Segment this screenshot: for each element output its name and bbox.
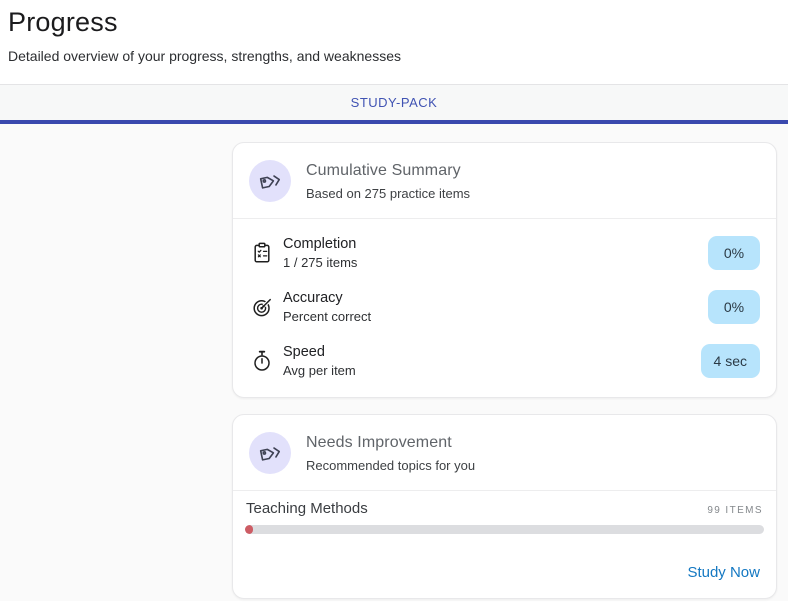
clipboard-checklist-icon: [249, 240, 275, 266]
topic-progress-bar: [245, 525, 764, 534]
metric-row-accuracy: Accuracy Percent correct 0%: [233, 280, 776, 334]
needs-improvement-card: Needs Improvement Recommended topics for…: [232, 414, 777, 599]
metric-label: Accuracy: [283, 291, 371, 306]
page-subtitle: Detailed overview of your progress, stre…: [8, 48, 780, 64]
metric-value-badge: 0%: [708, 236, 760, 270]
metric-label: Speed: [283, 345, 356, 360]
stopwatch-icon: [249, 348, 275, 374]
metric-sublabel: 1 / 275 items: [283, 256, 357, 269]
topic-section: Teaching Methods 99 ITEMS: [233, 491, 776, 542]
tags-icon: [257, 440, 283, 466]
metric-value-badge: 4 sec: [701, 344, 760, 378]
metric-texts: Completion 1 / 275 items: [283, 237, 357, 270]
metric-row-speed: Speed Avg per item 4 sec: [233, 334, 776, 388]
topic-items-count: 99 ITEMS: [707, 505, 763, 516]
improvement-card-header: Needs Improvement Recommended topics for…: [233, 415, 776, 491]
summary-card-subtitle: Based on 275 practice items: [306, 186, 470, 201]
topic-head: Teaching Methods 99 ITEMS: [245, 500, 764, 517]
improvement-card-subtitle: Recommended topics for you: [306, 458, 475, 473]
improvement-card-title: Needs Improvement: [306, 434, 475, 452]
topic-name: Teaching Methods: [246, 500, 368, 517]
metric-row-completion: Completion 1 / 275 items 0%: [233, 226, 776, 280]
avatar: [249, 160, 291, 202]
avatar: [249, 432, 291, 474]
page-title: Progress: [8, 7, 780, 38]
tab-study-pack[interactable]: STUDY-PACK: [327, 95, 462, 110]
card-actions: Study Now: [233, 542, 776, 598]
summary-card-header: Cumulative Summary Based on 275 practice…: [233, 143, 776, 219]
metric-list: Completion 1 / 275 items 0%: [233, 219, 776, 397]
improvement-card-header-texts: Needs Improvement Recommended topics for…: [306, 434, 475, 473]
metric-texts: Accuracy Percent correct: [283, 291, 371, 324]
tab-bar: STUDY-PACK: [0, 84, 788, 124]
topic-progress-fill: [245, 525, 253, 534]
summary-card-title: Cumulative Summary: [306, 162, 470, 180]
target-arrow-icon: [249, 294, 275, 320]
study-now-link[interactable]: Study Now: [687, 564, 760, 581]
page-header: Progress Detailed overview of your progr…: [0, 0, 788, 64]
summary-card-header-texts: Cumulative Summary Based on 275 practice…: [306, 162, 470, 201]
metric-sublabel: Percent correct: [283, 310, 371, 323]
metric-sublabel: Avg per item: [283, 364, 356, 377]
metric-value-badge: 0%: [708, 290, 760, 324]
metric-texts: Speed Avg per item: [283, 345, 356, 378]
metric-label: Completion: [283, 237, 357, 252]
cumulative-summary-card: Cumulative Summary Based on 275 practice…: [232, 142, 777, 398]
content-area: Cumulative Summary Based on 275 practice…: [0, 124, 788, 601]
tags-icon: [257, 168, 283, 194]
